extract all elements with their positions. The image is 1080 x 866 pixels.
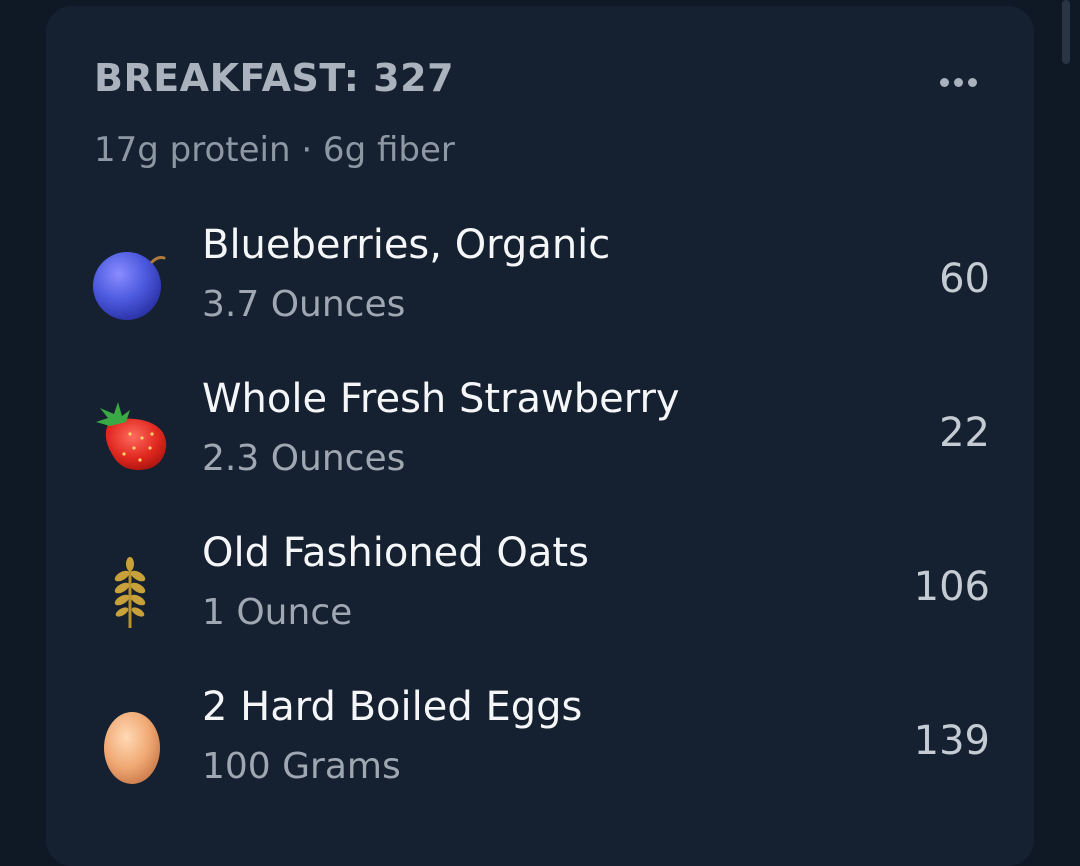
food-calories: 22 [939, 410, 990, 456]
food-quantity: 1 Ounce [202, 592, 353, 633]
food-row-blueberries[interactable]: Blueberries, Organic 3.7 Ounces 60 [46, 212, 1034, 342]
food-row-strawberry[interactable]: Whole Fresh Strawberry 2.3 Ounces 22 [46, 366, 1034, 496]
food-quantity: 2.3 Ounces [202, 438, 406, 479]
food-calories: 60 [939, 256, 990, 302]
more-options-button[interactable] [928, 62, 988, 102]
blueberry-icon [93, 252, 166, 320]
food-name: Whole Fresh Strawberry [202, 376, 680, 422]
meal-title: BREAKFAST: 327 [94, 56, 455, 100]
scrollbar[interactable] [1062, 0, 1070, 64]
macro-summary: 17g protein · 6g fiber [94, 130, 455, 170]
food-name: Blueberries, Organic [202, 222, 611, 268]
meal-card: BREAKFAST: 327 17g protein · 6g fiber Bl… [46, 6, 1034, 866]
egg-icon [104, 712, 160, 784]
food-row-oats[interactable]: Old Fashioned Oats 1 Ounce 106 [46, 520, 1034, 650]
food-name: 2 Hard Boiled Eggs [202, 684, 583, 730]
food-calories: 106 [913, 564, 990, 610]
wheat-icon [114, 557, 146, 628]
ellipsis-icon [967, 77, 977, 87]
food-quantity: 100 Grams [202, 746, 401, 787]
food-quantity: 3.7 Ounces [202, 284, 406, 325]
food-name: Old Fashioned Oats [202, 530, 589, 576]
ellipsis-icon [953, 77, 963, 87]
ellipsis-icon [939, 77, 949, 87]
food-calories: 139 [913, 718, 990, 764]
food-row-eggs[interactable]: 2 Hard Boiled Eggs 100 Grams 139 [46, 674, 1034, 804]
strawberry-icon [96, 402, 167, 470]
